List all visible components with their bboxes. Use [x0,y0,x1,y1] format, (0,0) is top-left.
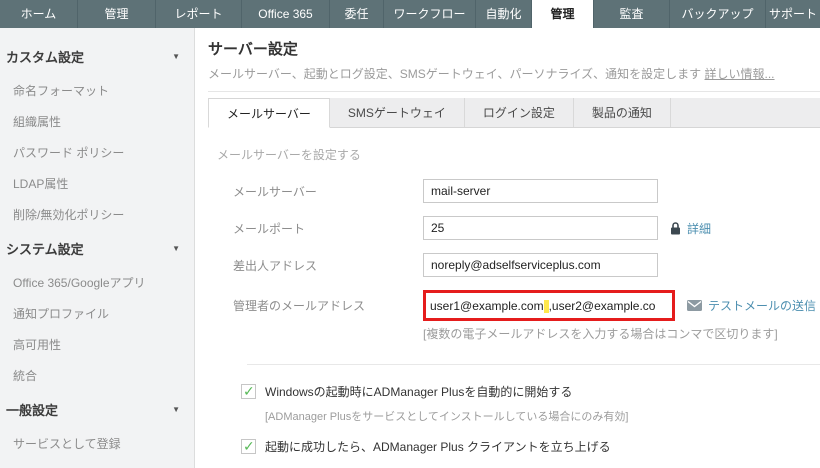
sidebar-item-naming-format[interactable]: 命名フォーマット [0,75,194,106]
page-subtitle-text: メールサーバー、起動とログ設定、SMSゲートウェイ、パーソナライズ、通知を設定し… [208,67,702,81]
admin-email-input[interactable]: user1@example.com ,user2@example.co [430,299,655,313]
sidebar-item-ldap-attributes[interactable]: LDAP属性 [0,168,194,199]
chevron-down-icon: ▼ [172,244,180,253]
field-row-admin-email: 管理者のメールアドレス user1@example.com ,user2@exam… [217,290,820,321]
tab-product-notification[interactable]: 製品の通知 [573,98,671,127]
top-navigation: ホーム 管理 レポート Office 365 委任 ワークフロー 自動化 管理 … [0,0,820,28]
sidebar-item-register-as-service[interactable]: サービスとして登録 [0,428,194,459]
admin-email-helper: [複数の電子メールアドレスを入力する場合はコンマで区切ります] [423,327,778,341]
checkbox-row-autostart: Windowsの起動時にADManager Plusを自動的に開始する [241,383,820,400]
chevron-down-icon: ▼ [172,52,180,61]
divider [208,91,820,92]
sidebar-section-custom-settings[interactable]: カスタム設定 ▼ [0,38,194,75]
autostart-checkbox[interactable] [241,383,256,400]
nav-tab-audit[interactable]: 監査 [594,0,670,28]
nav-tab-office365[interactable]: Office 365 [242,0,330,28]
port-detail-link[interactable]: 詳細 [687,220,711,237]
mail-server-form: メールサーバーを設定する メールサーバー メールポート [208,128,820,468]
nav-tab-home[interactable]: ホーム [0,0,78,28]
field-row-mail-server: メールサーバー [217,179,820,203]
sidebar-item-integration[interactable]: 統合 [0,360,194,391]
tab-login-settings[interactable]: ログイン設定 [464,98,574,127]
divider [247,364,820,365]
sidebar-item-notification-profile[interactable]: 通知プロファイル [0,298,194,329]
admin-email-label: 管理者のメールアドレス [233,299,366,313]
mail-port-input[interactable] [423,216,658,240]
page-title: サーバー設定 [208,41,298,58]
mail-port-label: メールポート [233,221,306,236]
mail-server-label: メールサーバー [233,184,317,199]
admin-email-text-before: user1@example.com [430,298,544,313]
field-row-from-address: 差出人アドレス [217,253,820,277]
nav-tab-management[interactable]: 管理 [78,0,156,28]
mail-server-input[interactable] [423,179,658,203]
sidebar-section-title: システム設定 [6,242,84,257]
sidebar: カスタム設定 ▼ 命名フォーマット 組織属性 パスワード ポリシー LDAP属性… [0,28,195,468]
checkbox-row-launch-client: 起動に成功したら、ADManager Plus クライアントを立ち上げる [241,438,820,455]
sidebar-section-title: 一般設定 [6,403,59,418]
nav-tab-workflow[interactable]: ワークフロー [384,0,476,28]
sidebar-item-org-attributes[interactable]: 組織属性 [0,106,194,137]
launch-client-checkbox[interactable] [241,438,256,455]
from-address-input[interactable] [423,253,658,277]
sidebar-section-general-settings[interactable]: 一般設定 ▼ [0,391,194,428]
send-test-mail-link[interactable]: テストメールの送信 [708,297,816,314]
sidebar-section-system-settings[interactable]: システム設定 ▼ [0,230,194,267]
autostart-label: Windowsの起動時にADManager Plusを自動的に開始する [265,385,573,399]
app-window: ホーム 管理 レポート Office 365 委任 ワークフロー 自動化 管理 … [0,0,820,468]
lock-icon [670,221,681,235]
sidebar-item-office365-google-apps[interactable]: Office 365/Googleアプリ [0,267,194,298]
sidebar-item-password-policy[interactable]: パスワード ポリシー [0,137,194,168]
settings-tab-bar: メールサーバー SMSゲートウェイ ログイン設定 製品の通知 [208,98,820,128]
sidebar-item-high-availability[interactable]: 高可用性 [0,329,194,360]
nav-tab-backup[interactable]: バックアップ [670,0,766,28]
launch-client-label: 起動に成功したら、ADManager Plus クライアントを立ち上げる [265,440,611,454]
sidebar-item-connection[interactable]: 接続 [0,459,194,468]
field-row-mail-port: メールポート 詳細 [217,216,820,240]
nav-tab-support[interactable]: サポート [766,0,820,28]
autostart-helper: [ADManager Plusをサービスとしてインストールしている場合にのみ有効… [265,411,629,423]
more-info-link[interactable]: 詳しい情報... [705,67,775,81]
envelope-icon [687,300,702,311]
form-section-label: メールサーバーを設定する [217,148,361,162]
nav-tab-automation[interactable]: 自動化 [476,0,532,28]
from-address-label: 差出人アドレス [233,258,318,273]
nav-tab-admin-active[interactable]: 管理 [532,0,594,28]
nav-tab-reports[interactable]: レポート [156,0,242,28]
admin-email-text-after: ,user2@example.co [548,298,656,313]
admin-email-highlight-box: user1@example.com ,user2@example.co [423,290,675,321]
nav-tab-delegation[interactable]: 委任 [330,0,384,28]
page-subtitle: メールサーバー、起動とログ設定、SMSゲートウェイ、パーソナライズ、通知を設定し… [208,65,820,82]
sidebar-section-title: カスタム設定 [6,50,85,65]
tab-mail-server[interactable]: メールサーバー [208,98,330,128]
sidebar-item-delete-disable-policy[interactable]: 削除/無効化ポリシー [0,199,194,230]
tab-sms-gateway[interactable]: SMSゲートウェイ [329,98,465,127]
main-content: サーバー設定 メールサーバー、起動とログ設定、SMSゲートウェイ、パーソナライズ… [195,28,820,468]
chevron-down-icon: ▼ [172,405,180,414]
